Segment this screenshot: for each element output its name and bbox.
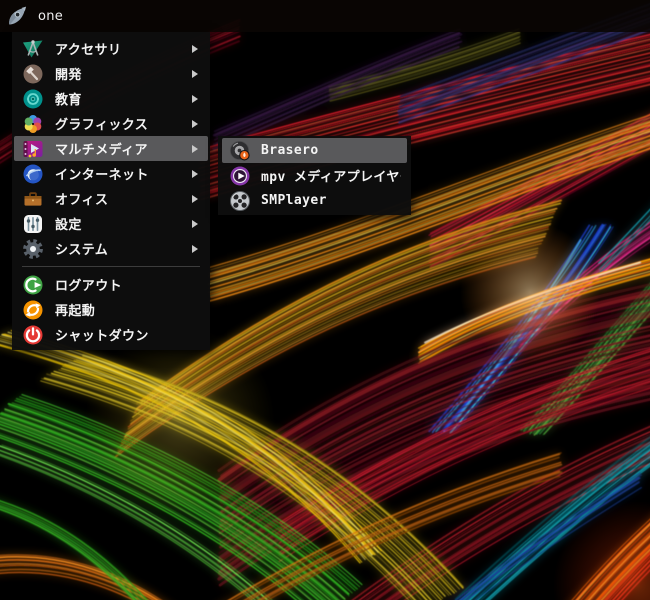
menu-item-smplayer[interactable]: SMPlayer (222, 188, 407, 213)
mpv-icon (229, 165, 251, 187)
menu-item-brasero[interactable]: Brasero (222, 138, 407, 163)
logout-icon (22, 274, 44, 296)
menu-launcher-button[interactable] (5, 4, 29, 28)
submenu-arrow-icon (192, 194, 198, 203)
submenu-arrow-icon (192, 44, 198, 53)
menu-separator (22, 266, 200, 267)
education-icon (22, 88, 44, 110)
menu-item-internet[interactable]: インターネット (14, 161, 208, 186)
menu-item-accessories[interactable]: アクセサリ (14, 36, 208, 61)
submenu-arrow-icon (192, 69, 198, 78)
menu-item-development[interactable]: 開発 (14, 61, 208, 86)
menu-item-label: マルチメディア (55, 143, 148, 158)
menu-item-logout[interactable]: ログアウト (14, 272, 208, 297)
multimedia-submenu: Brasero mpv メディアプレイヤー SMPlayer (218, 136, 411, 215)
menu-item-mpv[interactable]: mpv メディアプレイヤー (222, 163, 407, 188)
system-icon (22, 238, 44, 260)
menu-item-label: 設定 (55, 218, 82, 233)
panel-app-label: one (38, 8, 64, 24)
submenu-arrow-icon (192, 144, 198, 153)
menu-item-settings[interactable]: 設定 (14, 211, 208, 236)
submenu-arrow-icon (192, 219, 198, 228)
menu-item-graphics[interactable]: グラフィックス (14, 111, 208, 136)
menu-item-label: インターネット (55, 168, 149, 183)
submenu-arrow-icon (192, 94, 198, 103)
multimedia-icon (22, 138, 44, 160)
menu-item-label: mpv メディアプレイヤー (261, 170, 401, 185)
submenu-arrow-icon (192, 119, 198, 128)
menu-item-label: グラフィックス (55, 118, 149, 133)
menu-item-shutdown[interactable]: シャットダウン (14, 322, 208, 347)
internet-icon (22, 163, 44, 185)
development-icon (22, 63, 44, 85)
menu-item-restart[interactable]: 再起動 (14, 297, 208, 322)
top-panel: one (0, 0, 650, 32)
smplayer-icon (229, 190, 251, 212)
menu-item-label: システム (55, 243, 109, 258)
submenu-arrow-icon (192, 244, 198, 253)
menu-item-label: Brasero (261, 143, 319, 158)
menu-item-label: オフィス (55, 193, 109, 208)
rocket-icon (9, 6, 27, 25)
menu-item-label: SMPlayer (261, 193, 327, 208)
menu-item-label: 開発 (55, 68, 82, 83)
menu-item-multimedia[interactable]: マルチメディア (14, 136, 208, 161)
submenu-arrow-icon (192, 169, 198, 178)
graphics-icon (22, 113, 44, 135)
shutdown-icon (22, 324, 44, 346)
accessories-icon (22, 38, 44, 60)
menu-item-education[interactable]: 教育 (14, 86, 208, 111)
menu-item-label: 再起動 (55, 304, 96, 319)
menu-item-office[interactable]: オフィス (14, 186, 208, 211)
applications-menu: アクセサリ 開発 教育 グラフィックス マルチメディア インターネット オフィス… (12, 32, 210, 350)
menu-item-system[interactable]: システム (14, 236, 208, 261)
brasero-icon (229, 140, 251, 162)
menu-item-label: 教育 (55, 93, 82, 108)
menu-item-label: アクセサリ (55, 43, 122, 58)
restart-icon (22, 299, 44, 321)
menu-item-label: シャットダウン (55, 329, 149, 344)
settings-icon (22, 213, 44, 235)
office-icon (22, 188, 44, 210)
menu-item-label: ログアウト (55, 279, 123, 294)
